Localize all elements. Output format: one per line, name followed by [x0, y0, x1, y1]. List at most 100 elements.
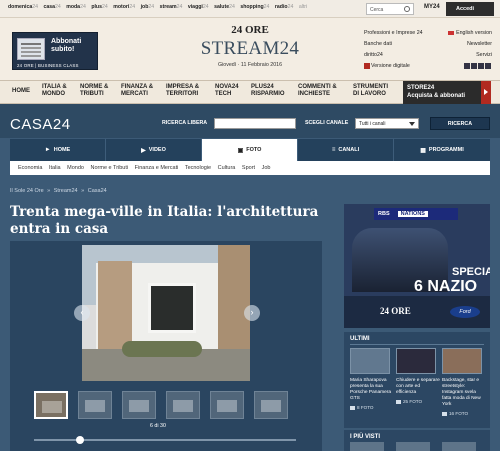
tab-video[interactable]: ▶ VIDEO [106, 139, 202, 161]
subnav-item[interactable]: Mondo [67, 165, 84, 171]
banche-dati-link[interactable]: Banche dati [364, 39, 392, 50]
latest-item-title[interactable]: Maria Sharapova presenta la sua Porsche … [350, 378, 394, 402]
latest-thumbnail[interactable] [396, 348, 436, 374]
login-button[interactable]: Accedi [446, 2, 494, 16]
professioni-link[interactable]: Professioni e Imprese 24 [364, 28, 423, 39]
nav-home[interactable]: HOME [12, 88, 30, 95]
breadcrumb-item[interactable]: Il Sole 24 Ore [10, 188, 44, 194]
subscribe-promo[interactable]: Abbonati subito! 24 ORE | BUSINESS CLASS [12, 32, 98, 70]
gallery-scrollbar[interactable] [34, 439, 296, 441]
my24-link[interactable]: MY24 [424, 4, 440, 10]
network-link[interactable]: plus24 [91, 4, 107, 10]
chevron-right-icon[interactable]: › [244, 305, 260, 321]
subnav-item[interactable]: Job [262, 165, 271, 171]
nav-impresa-territori[interactable]: IMPRESA & TERRITORI [166, 84, 199, 98]
english-link[interactable]: English version [456, 30, 492, 36]
brand-small: 24 ORE [231, 24, 269, 36]
search-input[interactable]: Cerca [366, 3, 414, 15]
content-area: CASA24 RICERCA LIBERA SCEGLI CANALE Tutt… [0, 104, 500, 451]
latest-item-title[interactable]: Backstage, star e streetstyle: Instagram… [442, 378, 486, 408]
store24-button[interactable]: STORE24 Acquista & abbonati [403, 81, 491, 104]
thumbnail[interactable] [210, 391, 244, 419]
nav-finanza-mercati[interactable]: FINANZA & MERCATI [121, 84, 153, 98]
page-title: Trenta mega-ville in Italia: l'architett… [10, 204, 319, 237]
gallery-main-photo[interactable] [82, 245, 250, 381]
facebook-icon[interactable] [471, 62, 477, 69]
newsletter-link[interactable]: Newsletter [467, 39, 492, 50]
latest-item-title[interactable]: Chiudere e separare con arte ed efficien… [396, 378, 440, 396]
nav-plus24[interactable]: PLUS24 RISPARMIO [251, 84, 285, 98]
nav-nova24[interactable]: NOVA24 TECH [215, 84, 239, 98]
ad-24ore-logo: 24 ORE [380, 306, 411, 316]
current-date: Giovedì · 11 Febbraio 2016 [217, 62, 283, 68]
linkedin-icon[interactable] [464, 62, 470, 69]
camera-icon: ▣ [237, 147, 244, 154]
network-link[interactable]: moda24 [66, 4, 86, 10]
network-link[interactable]: job24 [141, 4, 155, 10]
thumbnail[interactable] [254, 391, 288, 419]
promo-line2: subito! [51, 46, 75, 53]
subnav-item[interactable]: Sport [242, 165, 255, 171]
brand-logo[interactable]: 24 ORE STREAM24 Giovedì · 11 Febbraio 20… [200, 24, 300, 68]
channel-select[interactable]: Tutti i canali [355, 118, 419, 129]
latest-thumbnail[interactable] [350, 348, 390, 374]
main-nav: HOME ITALIA & MONDO NORME & TRIBUTI FINANZ… [0, 80, 500, 104]
diritto24-link[interactable]: diritto24 [364, 50, 383, 61]
latest-item[interactable]: Chiudere e separare con arte ed efficien… [396, 348, 440, 404]
latest-thumbnail[interactable] [442, 348, 482, 374]
network-links: domenica24 casa24 moda24 plus24 motori24… [8, 4, 311, 10]
tab-programmi[interactable]: ▦ PROGRAMMI [394, 139, 490, 161]
tab-home[interactable]: ► HOME [10, 139, 106, 161]
search-submit-button[interactable]: RICERCA [430, 117, 490, 130]
most-viewed-thumbnail[interactable] [442, 442, 476, 451]
nav-commenti[interactable]: COMMENTI & INCHIESTE [298, 84, 337, 98]
nav-norme-tributi[interactable]: NORME & TRIBUTI [80, 84, 108, 98]
network-link[interactable]: shopping24 [240, 4, 269, 10]
network-link[interactable]: casa24 [43, 4, 60, 10]
subnav-item[interactable]: Cultura [218, 165, 236, 171]
section-title[interactable]: CASA24 [10, 116, 71, 133]
servizi-link[interactable]: Servizi [476, 50, 492, 61]
digital-version-link[interactable]: Versione digitale [364, 61, 410, 72]
search-icon[interactable] [404, 6, 410, 12]
thumbnail[interactable] [122, 391, 156, 419]
free-search-input[interactable] [214, 118, 296, 129]
network-link[interactable]: domenica24 [8, 4, 38, 10]
store-arrow-icon[interactable] [481, 81, 491, 104]
latest-item[interactable]: Backstage, star e streetstyle: Instagram… [442, 348, 486, 416]
subnav: Economia Italia Mondo Norme e Tributi Fi… [10, 161, 490, 175]
subnav-item[interactable]: Economia [18, 165, 42, 171]
tab-foto[interactable]: ▣ FOTO [202, 139, 298, 161]
thumbnail[interactable] [34, 391, 68, 419]
ad-special-text: SPECIAL [452, 266, 490, 278]
rss-icon[interactable] [485, 62, 491, 69]
network-link[interactable]: stream24 [160, 4, 183, 10]
network-link[interactable]: salute24 [214, 4, 235, 10]
network-link[interactable]: motori24 [113, 4, 135, 10]
thumbnail[interactable] [78, 391, 112, 419]
network-link-more[interactable]: altri [299, 4, 307, 10]
channels-icon: ≡ [331, 147, 336, 153]
latest-item[interactable]: Maria Sharapova presenta la sua Porsche … [350, 348, 394, 410]
scrollbar-handle[interactable] [76, 436, 84, 444]
subnav-item[interactable]: Finanza e Mercati [135, 165, 179, 171]
thumbnail[interactable] [166, 391, 200, 419]
network-link[interactable]: radio24 [275, 4, 293, 10]
network-link[interactable]: viaggi24 [188, 4, 209, 10]
most-viewed-thumbnail[interactable] [396, 442, 430, 451]
sponsor-logo: RBS NATIONS [374, 208, 458, 220]
chevron-left-icon[interactable]: ‹ [74, 305, 90, 321]
subnav-item[interactable]: Tecnologie [185, 165, 211, 171]
nav-italia-mondo[interactable]: ITALIA & MONDO [42, 84, 67, 98]
subnav-item[interactable]: Norme e Tributi [91, 165, 129, 171]
nav-strumenti[interactable]: STRUMENTI DI LAVORO [353, 84, 388, 98]
play-arrow-icon: ► [44, 147, 51, 153]
uk-flag-icon [448, 30, 455, 35]
breadcrumb-item[interactable]: Stream24 [54, 188, 78, 194]
tab-canali[interactable]: ≡ CANALI [298, 139, 394, 161]
subnav-item[interactable]: Italia [49, 165, 61, 171]
breadcrumb-item[interactable]: Casa24 [88, 188, 107, 194]
twitter-icon[interactable] [478, 62, 484, 69]
advertisement-banner[interactable]: RBSNATIONS SPECIAL 6 NAZIO 24 ORE Ford [344, 204, 490, 328]
most-viewed-thumbnail[interactable] [350, 442, 384, 451]
